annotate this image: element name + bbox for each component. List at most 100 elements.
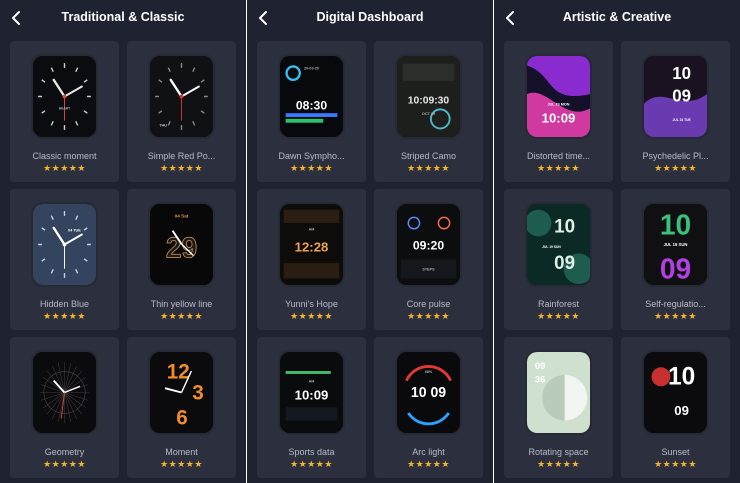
face-text: 10:09:30 — [408, 96, 450, 107]
watch-face-name: Rotating space — [528, 447, 589, 457]
watch-face-preview: THU — [148, 54, 215, 139]
panel-title: Artistic & Creative — [562, 10, 672, 24]
watch-face-card[interactable]: 12 3 6 Moment ★★★★★ — [127, 337, 236, 478]
watch-face-preview: 10 09 JUL 23 TUE — [642, 54, 709, 139]
watch-face-preview: 09:20 STEPS — [395, 202, 462, 287]
face-text: JUL 23 MON — [548, 103, 570, 107]
rating-stars: ★★★★★ — [290, 460, 333, 470]
face-text: 10 — [668, 363, 695, 390]
face-text: 04 Sat — [175, 213, 189, 219]
watch-face-name: Hidden Blue — [39, 299, 90, 309]
face-text: 20-03-20 — [304, 66, 319, 70]
watch-face-preview: HEART — [31, 54, 98, 139]
rating-stars: ★★★★★ — [407, 312, 450, 322]
watch-face-card[interactable]: 12:28 AM Yunni's Hope ★★★★★ — [257, 189, 366, 330]
face-text: STEPS — [422, 268, 435, 272]
watch-face-card[interactable]: 10 09 Sunset ★★★★★ — [621, 337, 730, 478]
watch-face-name: Classic moment — [32, 151, 97, 161]
face-text: 10:09 — [295, 388, 329, 403]
panel-title: Traditional & Classic — [61, 10, 185, 24]
watch-face-name: Distorted time... — [526, 151, 591, 161]
watch-face-name: Dawn Sympho... — [278, 151, 345, 161]
panel-header: Artistic & Creative — [494, 0, 740, 36]
watch-face-card[interactable]: 04 Sat 29 Thin yellow line ★★★★★ — [127, 189, 236, 330]
face-text: 08:30 — [296, 98, 327, 112]
watch-face-preview: 12:28 AM — [278, 202, 345, 287]
face-text: 10 09 — [411, 385, 446, 401]
watch-face-preview — [31, 350, 98, 435]
watch-face-grid: HEART Classic moment ★★★★★ THU Simple Red Po… — [10, 41, 236, 478]
watch-face-card[interactable]: 10:09 JUL 23 MON Distorted time... ★★★★★ — [504, 41, 613, 182]
watch-face-card[interactable]: 10 09 68% Arc light ★★★★★ — [374, 337, 483, 478]
face-text: AM — [309, 228, 315, 232]
watch-face-name: Self-regulatio... — [645, 299, 706, 309]
face-text: 09 — [672, 87, 691, 106]
rating-stars: ★★★★★ — [290, 312, 333, 322]
watch-face-preview: 10 09 JUL 19 SUN — [642, 202, 709, 287]
face-text: 09 — [535, 361, 545, 372]
face-text: 36 — [535, 374, 545, 385]
rating-stars: ★★★★★ — [160, 460, 203, 470]
face-text: 29 — [166, 232, 197, 264]
face-text: 10 — [660, 209, 691, 241]
face-text: JUL 19 SUN — [542, 245, 561, 249]
face-text: 12:28 — [295, 240, 329, 255]
watch-face-card[interactable]: 10 09 JUL 19 SUN Self-regulatio... ★★★★★ — [621, 189, 730, 330]
watch-face-preview: 08:30 20-03-20 — [278, 54, 345, 139]
face-text: 3 — [192, 382, 204, 405]
watch-face-preview: 10 09 68% — [395, 350, 462, 435]
watch-face-name: Sports data — [288, 447, 335, 457]
face-text: 09:20 — [413, 239, 444, 253]
panel-header: Digital Dashboard — [247, 0, 493, 36]
face-text: 10:09 — [542, 111, 576, 126]
watch-face-name: Sunset — [661, 447, 690, 457]
watch-face-card[interactable]: HEART Classic moment ★★★★★ — [10, 41, 119, 182]
watch-face-name: Yunni's Hope — [285, 299, 338, 309]
watch-face-name: Simple Red Po... — [147, 151, 216, 161]
watch-face-card[interactable]: 09 36 Rotating space ★★★★★ — [504, 337, 613, 478]
watch-face-preview: 04 Sat 29 — [148, 202, 215, 287]
watch-face-card[interactable]: 08:30 20-03-20 Dawn Sympho... ★★★★★ — [257, 41, 366, 182]
rating-stars: ★★★★★ — [160, 164, 203, 174]
rating-stars: ★★★★★ — [537, 164, 580, 174]
rating-stars: ★★★★★ — [407, 164, 450, 174]
watch-face-preview: 10 09 — [642, 350, 709, 435]
watch-face-preview: 10 09 JUL 19 SUN — [525, 202, 592, 287]
face-text: 04 TUE — [68, 229, 81, 233]
face-text: 10 — [672, 64, 691, 83]
rating-stars: ★★★★★ — [290, 164, 333, 174]
face-text: THU — [159, 123, 167, 127]
face-text: HEART — [59, 106, 70, 110]
watch-face-card[interactable]: 10:09 AM Sports data ★★★★★ — [257, 337, 366, 478]
screenshot-collage: Traditional & Classic HEART Classic moment… — [0, 0, 740, 483]
watch-face-preview: 10:09 AM — [278, 350, 345, 435]
watch-face-card[interactable]: 10:09:30 OCT 29 Striped Camo ★★★★★ — [374, 41, 483, 182]
rating-stars: ★★★★★ — [43, 164, 86, 174]
rating-stars: ★★★★★ — [537, 460, 580, 470]
watch-face-name: Thin yellow line — [150, 299, 213, 309]
watch-face-name: Arc light — [412, 447, 445, 457]
rating-stars: ★★★★★ — [654, 460, 697, 470]
watch-face-name: Moment — [165, 447, 198, 457]
face-text: AM — [309, 379, 315, 383]
panel-digital-dashboard: Digital Dashboard 08:30 20-03-20 Dawn Symph… — [247, 0, 493, 483]
panel-artistic-creative: Artistic & Creative 10:09 JUL 23 MON Distor… — [494, 0, 740, 483]
rating-stars: ★★★★★ — [537, 312, 580, 322]
rating-stars: ★★★★★ — [407, 460, 450, 470]
rating-stars: ★★★★★ — [654, 164, 697, 174]
watch-face-card[interactable]: 10 09 JUL 19 SUN Rainforest ★★★★★ — [504, 189, 613, 330]
watch-face-name: Rainforest — [537, 299, 580, 309]
watch-face-name: Core pulse — [406, 299, 451, 309]
panel-traditional-classic: Traditional & Classic HEART Classic moment… — [0, 0, 246, 483]
face-text: 09 — [674, 403, 689, 418]
watch-face-preview: 10:09:30 OCT 29 — [395, 54, 462, 139]
watch-face-preview: 09 36 — [525, 350, 592, 435]
watch-face-card[interactable]: 10 09 JUL 23 TUE Psychedelic Pl... ★★★★★ — [621, 41, 730, 182]
watch-face-card[interactable]: Geometry ★★★★★ — [10, 337, 119, 478]
watch-face-preview: 12 3 6 — [148, 350, 215, 435]
face-text: 68% — [425, 370, 433, 374]
rating-stars: ★★★★★ — [43, 460, 86, 470]
watch-face-card[interactable]: THU Simple Red Po... ★★★★★ — [127, 41, 236, 182]
watch-face-card[interactable]: 09:20 STEPS Core pulse ★★★★★ — [374, 189, 483, 330]
watch-face-card[interactable]: 04 TUE Hidden Blue ★★★★★ — [10, 189, 119, 330]
